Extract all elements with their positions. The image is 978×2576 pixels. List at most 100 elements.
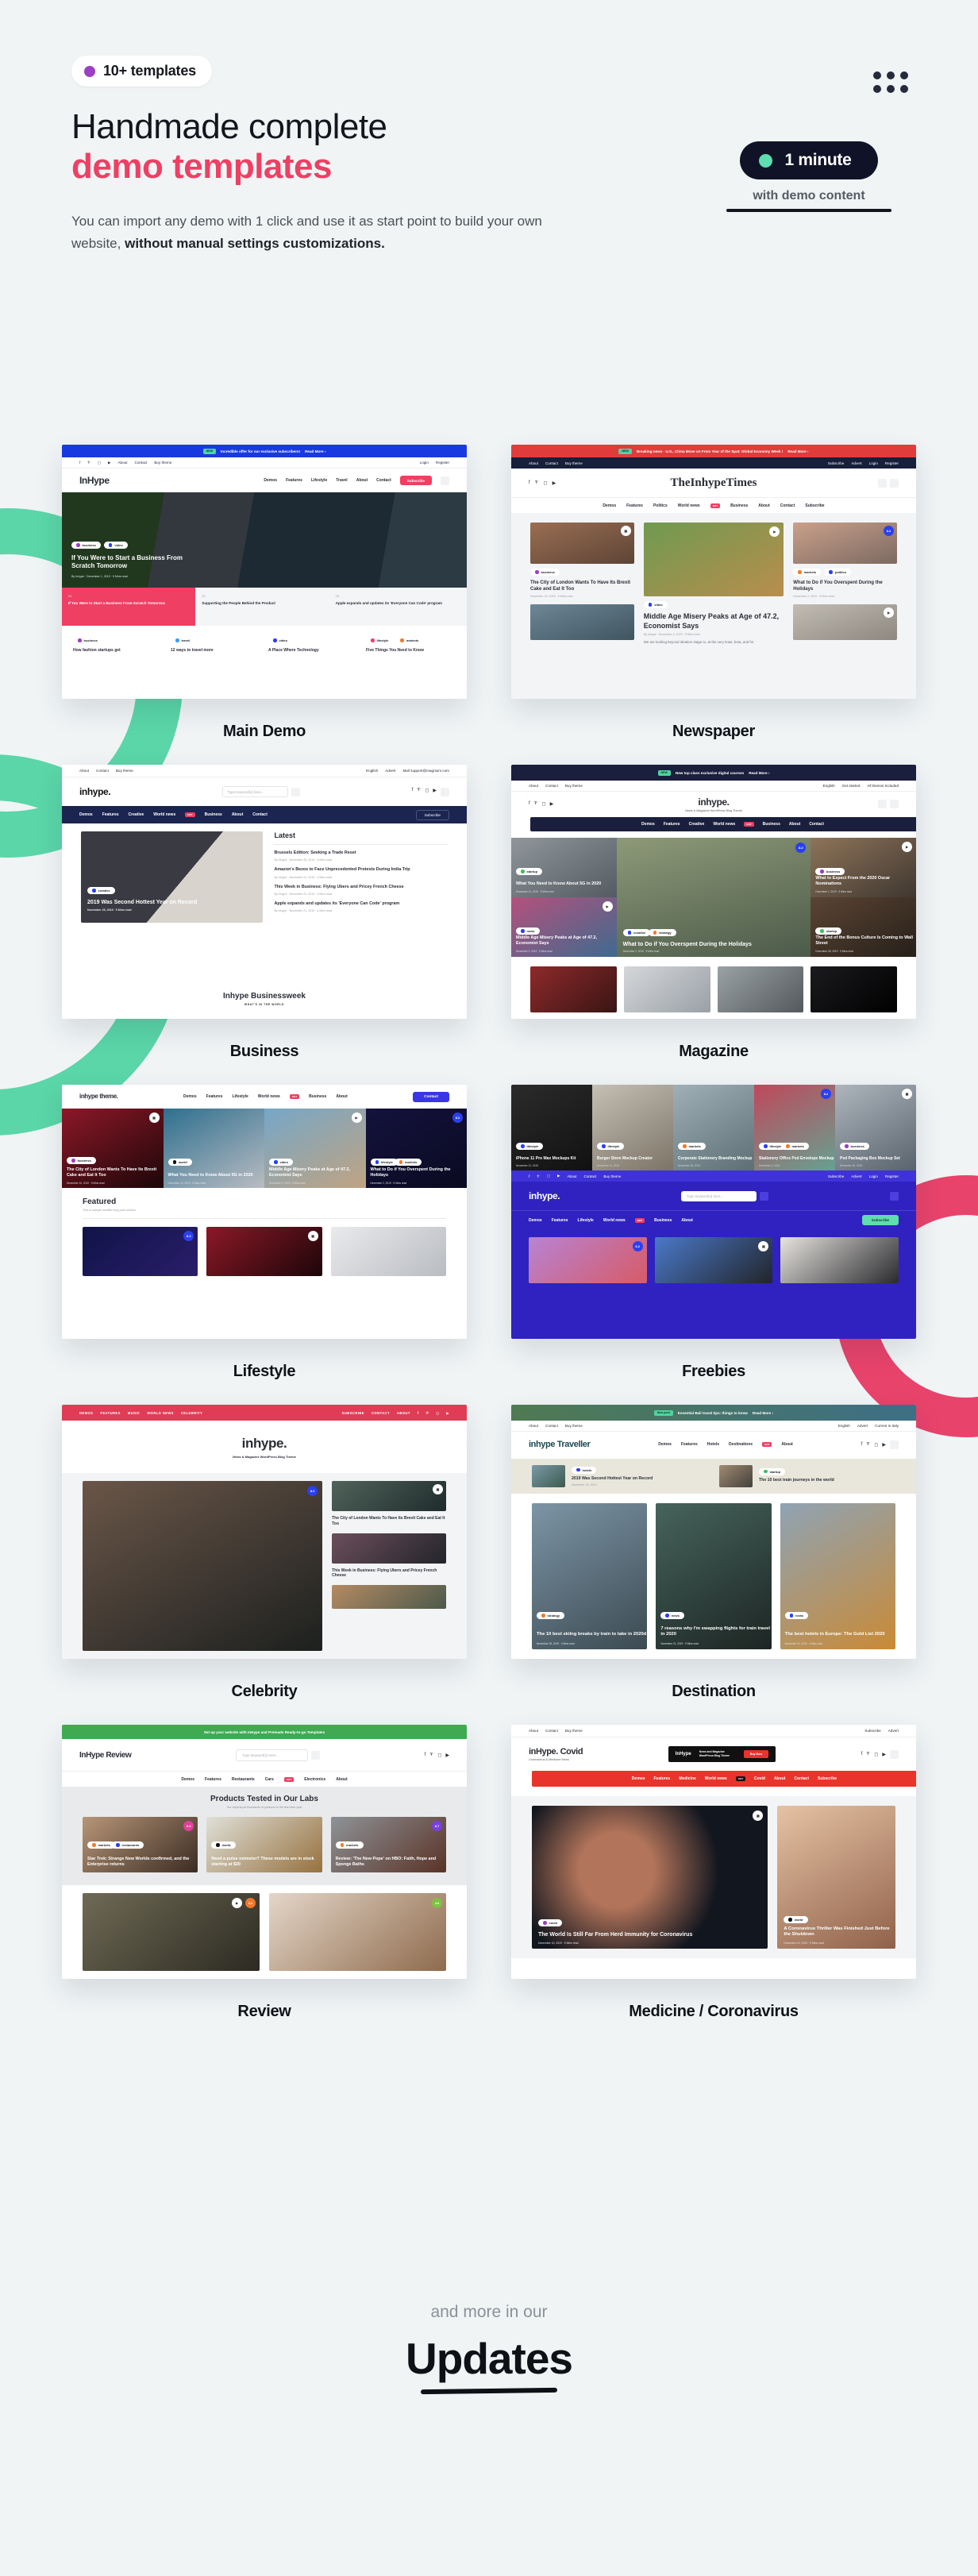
social-twitter-icon[interactable]: 𝒱 xyxy=(535,480,539,486)
strip-tile-4[interactable] xyxy=(811,966,897,1012)
notice-cta[interactable]: Read More › xyxy=(305,449,325,453)
social-instagram-icon[interactable]: ◻ xyxy=(874,1442,878,1448)
social-facebook-icon[interactable]: f xyxy=(412,788,414,796)
play-icon[interactable]: ▶ xyxy=(901,842,912,852)
menu-item-demos[interactable]: Demos xyxy=(181,1777,194,1782)
tag-business[interactable]: business xyxy=(530,569,560,576)
menu-item-features[interactable]: Features xyxy=(552,1218,568,1223)
template-preview-celebrity[interactable]: DEMOS FEATURES MUSIC WORLD NEWS CELEBRIT… xyxy=(62,1405,467,1659)
search-icon[interactable] xyxy=(878,800,887,808)
bottom-post-1[interactable]: business How fashion startups get xyxy=(73,637,163,691)
template-preview-medicine[interactable]: About Contact Buy theme Subscribe Advert… xyxy=(511,1725,916,1979)
template-preview-destination[interactable]: New post Essential Bali travel tips: thi… xyxy=(511,1405,916,1659)
search-input[interactable]: Type keyword(s) here... xyxy=(236,1749,308,1761)
menu-item-features[interactable]: Features xyxy=(664,822,680,827)
util-link-english[interactable]: English xyxy=(823,784,835,788)
search-icon[interactable] xyxy=(291,787,301,796)
strip-tile-2[interactable] xyxy=(623,966,710,1012)
side-post-image-1[interactable]: ▦ xyxy=(332,1481,446,1511)
social-twitter-icon[interactable]: 𝒱 xyxy=(429,1753,433,1758)
tile-1[interactable]: ▦ covid The World Is Still Far From Herd… xyxy=(532,1806,768,1949)
util-link-contact[interactable]: CONTACT xyxy=(372,1411,390,1415)
util-link-advert[interactable]: Advert xyxy=(851,1174,861,1178)
menu-item-contact[interactable]: Contact xyxy=(809,822,824,827)
menu-item-business[interactable]: Business xyxy=(309,1094,326,1099)
latest-item-1[interactable]: Brussels Edition: Seeking a Trade Reset B… xyxy=(274,850,448,862)
menu-item-demos[interactable]: DEMOS xyxy=(79,1411,93,1415)
menu-item-restaurants[interactable]: Restaurants xyxy=(232,1777,255,1782)
social-youtube-icon[interactable]: ▶ xyxy=(882,1752,886,1757)
util-link-advert[interactable]: Advert xyxy=(385,769,395,773)
social-twitter-icon[interactable]: 𝒱 xyxy=(866,1442,870,1448)
util-link-contact[interactable]: Contact xyxy=(96,769,109,773)
tile-1[interactable]: strategy The 10 best skiing breaks by tr… xyxy=(532,1503,648,1649)
menu-item-business[interactable]: Business xyxy=(654,1218,672,1223)
menu-item-contact[interactable]: Contact xyxy=(252,812,268,817)
bottom-post-4[interactable]: lifestyle markets Five Things You Need to … xyxy=(366,637,456,691)
featured-tile-1[interactable]: 8.2 xyxy=(83,1227,198,1276)
menu-item-demos[interactable]: Demos xyxy=(658,1442,672,1447)
tile-1[interactable]: startup What You Need to Know About 5G i… xyxy=(511,838,617,897)
util-link-subscribe[interactable]: Subscribe xyxy=(864,1729,880,1733)
social-youtube-icon[interactable]: ▶ xyxy=(882,1442,886,1448)
util-link-about[interactable]: ABOUT xyxy=(397,1411,410,1415)
post-title[interactable]: What to Do if You Overspent During the H… xyxy=(793,580,897,592)
search-icon[interactable] xyxy=(310,1750,320,1760)
menu-item-creative[interactable]: Creative xyxy=(129,812,144,817)
util-link-buy-theme[interactable]: Buy theme xyxy=(565,784,583,788)
template-preview-main-demo[interactable]: NEW Incredible offer for our exclusive s… xyxy=(62,445,467,699)
tag-business[interactable]: business xyxy=(71,542,101,549)
util-link-login[interactable]: Login xyxy=(420,461,429,465)
menu-item-subscribe[interactable]: Subscribe xyxy=(818,1776,837,1781)
menu-item-about[interactable]: About xyxy=(781,1442,792,1447)
menu-item-about[interactable]: About xyxy=(336,1777,347,1782)
tile-2[interactable]: lifestyle Burger Store Mockup Creator No… xyxy=(592,1085,673,1170)
menu-item-destinations[interactable]: Destinations xyxy=(729,1442,753,1447)
search-icon[interactable] xyxy=(760,1191,769,1201)
menu-item-demos[interactable]: Demos xyxy=(79,812,93,817)
menu-item-world-news[interactable]: WORLD NEWS xyxy=(147,1411,174,1415)
menu-item-world-news[interactable]: World news xyxy=(678,503,700,508)
strip-item-1[interactable]: hotels 2019 Was Second Hottest Year on R… xyxy=(532,1465,708,1487)
play-icon[interactable]: ▶ xyxy=(351,1113,362,1123)
menu-item-contact[interactable]: Contact xyxy=(794,1776,809,1781)
play-icon[interactable]: ▶ xyxy=(769,526,780,537)
ad-banner[interactable]: InHype News and Magazine WordPress Blog … xyxy=(668,1746,776,1762)
tag-politics[interactable]: politics xyxy=(824,569,851,576)
util-link-about[interactable]: About xyxy=(567,1174,576,1178)
util-link-subscribe[interactable]: SUBSCRIBE xyxy=(342,1411,364,1415)
search-icon[interactable] xyxy=(890,1440,899,1449)
menu-item-world-news[interactable]: World news xyxy=(603,1218,626,1223)
social-facebook-icon[interactable]: f xyxy=(529,480,530,486)
tile-3-featured[interactable]: 8.2 creative strategy What to Do if You … xyxy=(616,838,811,957)
post-title[interactable]: The City of London Wants To Have Its Bre… xyxy=(530,580,634,592)
latest-item-2[interactable]: Amazon's Bezos to Face Unprecedented Pro… xyxy=(274,867,448,878)
util-link-current-in-italy[interactable]: Current in Italy xyxy=(875,1424,899,1428)
cart-icon[interactable] xyxy=(441,787,449,796)
subscribe-button[interactable]: Subscribe xyxy=(861,1215,899,1225)
util-link-subscribe[interactable]: Subscribe xyxy=(828,1174,844,1178)
menu-item-cars[interactable]: Cars xyxy=(265,1777,274,1782)
util-link-about[interactable]: About xyxy=(529,461,538,465)
search-icon[interactable] xyxy=(441,476,449,485)
bottom-tile-2[interactable]: 4.6 xyxy=(269,1893,446,1971)
featured-tile-3[interactable] xyxy=(330,1227,446,1276)
menu-item-contact[interactable]: Contact xyxy=(376,478,391,483)
menu-item-demos[interactable]: Demos xyxy=(183,1094,197,1099)
product-tile-1[interactable]: 8.2 markets restaurants Star Trek: Stran… xyxy=(83,1817,198,1872)
numbered-item-1[interactable]: 01 If You Were to Start a Business From … xyxy=(62,588,196,626)
tile-5[interactable]: startup The End of the Bonus Culture Is … xyxy=(811,897,916,957)
social-youtube-icon[interactable]: ▶ xyxy=(550,801,554,807)
util-link-buy-theme[interactable]: Buy theme xyxy=(116,769,133,773)
menu-item-features[interactable]: Features xyxy=(102,812,119,817)
tile-3[interactable]: markets Corporate Stationery Branding Mo… xyxy=(673,1085,754,1170)
util-link-login[interactable]: Login xyxy=(869,461,878,465)
search-input[interactable]: Type keyword(s) here... xyxy=(221,786,289,797)
menu-item-features[interactable]: FEATURES xyxy=(100,1411,120,1415)
social-youtube-icon[interactable]: ▶ xyxy=(557,1174,560,1178)
subscribe-button[interactable]: Subscribe xyxy=(415,809,449,820)
social-twitter-icon[interactable]: 𝒱 xyxy=(537,1174,540,1178)
grid-menu-icon[interactable] xyxy=(873,71,908,93)
notice-cta[interactable]: Read More › xyxy=(749,771,769,775)
menu-item-about[interactable]: About xyxy=(758,503,769,508)
